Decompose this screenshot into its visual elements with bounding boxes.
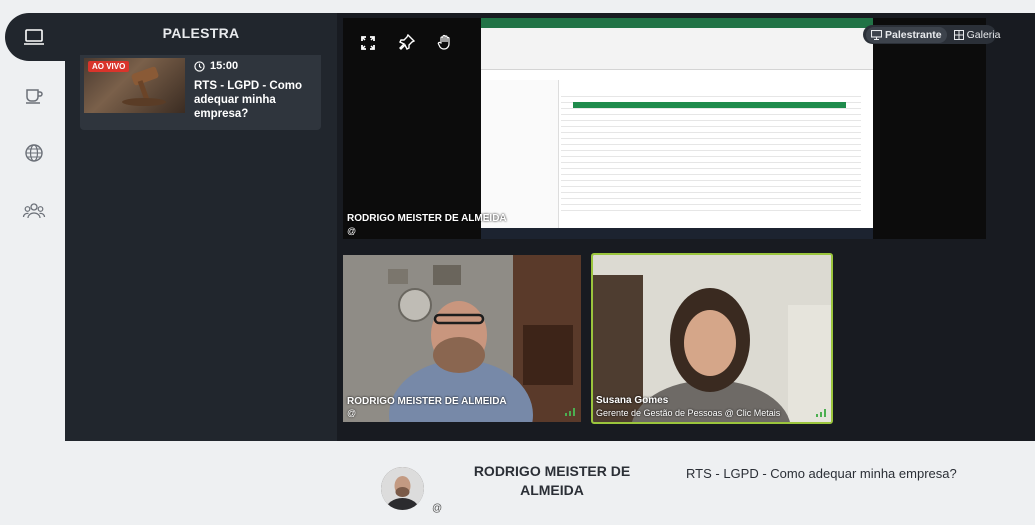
view-mode-toggle: Palestrante Galeria <box>863 25 1000 44</box>
signal-icon <box>816 409 826 417</box>
spreadsheet-recovery-pane <box>481 80 559 228</box>
clock-icon <box>194 60 205 72</box>
tile-participant-name: RODRIGO MEISTER DE ALMEIDA <box>347 396 507 407</box>
pin-icon[interactable] <box>399 34 415 50</box>
tile-participant-subtitle: Gerente de Gestão de Pessoas @ Clic Meta… <box>596 408 781 418</box>
current-talk-title: RTS - LGPD - Como adequar minha empresa? <box>686 466 957 481</box>
talk-card[interactable]: AO VIVO 15:00 RTS - LGPD - Como adequar … <box>80 55 321 130</box>
talk-time-value: 15:00 <box>210 60 239 72</box>
spreadsheet-grid <box>561 96 861 216</box>
panel-title: PALESTRA <box>162 25 240 41</box>
raise-hand-icon[interactable] <box>437 34 453 50</box>
gallery-view-button[interactable]: Galeria <box>949 27 1006 43</box>
signal-icon <box>565 408 575 416</box>
left-rail <box>0 0 67 525</box>
spreadsheet-table-header <box>573 102 846 108</box>
active-speaker-tile[interactable]: Susana Gomes Gerente de Gestão de Pessoa… <box>591 253 833 424</box>
talk-title: RTS - LGPD - Como adequar minha empresa? <box>194 80 302 120</box>
tile-participant-subtitle: @ <box>347 226 357 236</box>
globe-icon[interactable] <box>22 141 46 165</box>
talk-thumbnail: AO VIVO <box>84 58 185 113</box>
gallery-view-label: Galeria <box>966 28 1001 41</box>
speaker-avatar-photo <box>381 467 424 510</box>
speaker-view-button[interactable]: Palestrante <box>866 26 947 43</box>
shared-spreadsheet <box>481 18 873 228</box>
coffee-cup-icon[interactable] <box>22 82 46 106</box>
speaker-name: RODRIGO MEISTER DE ALMEIDA <box>473 463 631 498</box>
laptop-icon[interactable] <box>22 25 46 49</box>
grid-icon <box>953 29 964 40</box>
spreadsheet-titlebar <box>481 18 873 28</box>
speaker-view-label: Palestrante <box>885 28 942 41</box>
shared-taskbar <box>481 228 873 239</box>
participant-tile[interactable]: RODRIGO MEISTER DE ALMEIDA @ <box>343 255 581 422</box>
gavel-icon <box>122 66 166 106</box>
screen-share-tile[interactable]: RODRIGO MEISTER DE ALMEIDA @ <box>343 18 986 239</box>
spreadsheet-ribbon <box>481 28 873 70</box>
tile-participant-subtitle: @ <box>347 408 357 418</box>
tile-participant-name: RODRIGO MEISTER DE ALMEIDA <box>347 213 507 224</box>
monitor-icon <box>871 29 882 40</box>
avatar[interactable] <box>381 467 424 510</box>
fullscreen-icon[interactable] <box>360 35 376 51</box>
live-badge: AO VIVO <box>88 61 130 72</box>
speaker-handle: @ <box>432 503 443 514</box>
talk-time: 15:00 <box>194 60 238 72</box>
tile-participant-name: Susana Gomes <box>596 395 669 406</box>
people-icon[interactable] <box>22 199 46 223</box>
